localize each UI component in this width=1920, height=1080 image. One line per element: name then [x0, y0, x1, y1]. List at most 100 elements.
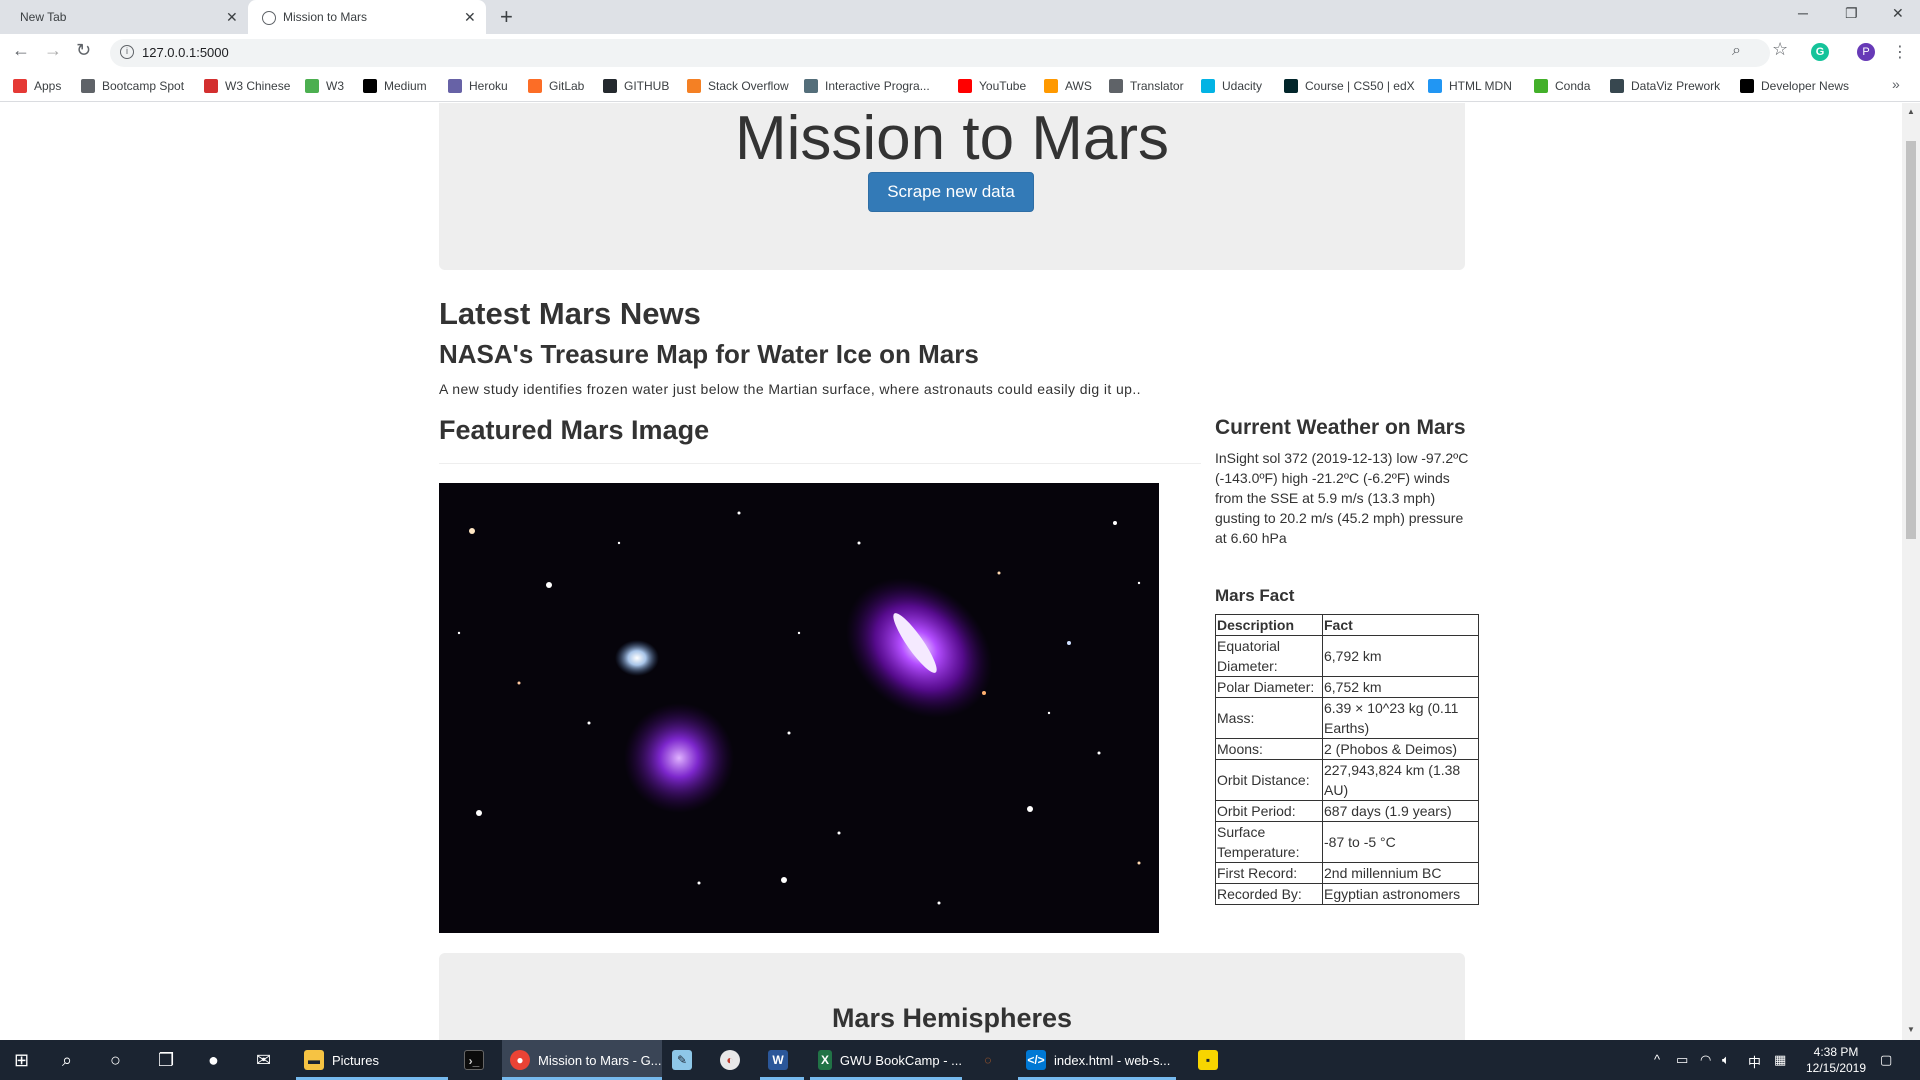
reload-icon[interactable]: ↻ — [76, 40, 91, 61]
chevron-up-icon[interactable]: ^ — [1654, 1052, 1660, 1067]
restore-icon[interactable]: ❐ — [1845, 5, 1858, 22]
bookmark-developer-news[interactable]: Developer News — [1740, 77, 1849, 95]
wifi-icon[interactable]: ◠ — [1700, 1052, 1711, 1068]
taskbar-app-chrome[interactable]: ● Mission to Mars - G... — [502, 1040, 662, 1080]
jumbotron: Mission to Mars Scrape new data — [439, 103, 1465, 270]
fact-description: Recorded By: — [1215, 883, 1323, 905]
bookmark-dataviz-prework[interactable]: DataViz Prework — [1610, 77, 1720, 95]
fact-description: Moons: — [1215, 738, 1323, 760]
new-tab-button[interactable]: + — [500, 4, 513, 30]
bookmark-aws[interactable]: AWS — [1044, 77, 1092, 95]
page-scrollbar[interactable]: ▲ ▼ — [1902, 103, 1920, 1040]
taskbar-app-excel[interactable]: X GWU BookCamp - ... — [810, 1040, 962, 1080]
taskbar-clock[interactable]: 4:38 PM 12/15/2019 — [1800, 1044, 1872, 1076]
github-icon — [603, 79, 617, 93]
chrome-icon: ● — [510, 1050, 530, 1070]
fact-value: 6,752 km — [1322, 676, 1479, 698]
minimize-icon[interactable]: ─ — [1798, 5, 1808, 21]
close-icon[interactable]: ✕ — [226, 9, 238, 26]
back-arrow-icon[interactable]: ← — [12, 40, 30, 61]
taskbar-app-vscode[interactable]: </> index.html - web-s... — [1018, 1040, 1176, 1080]
bookmark-youtube[interactable]: YouTube — [958, 77, 1026, 95]
grammarly-extension-icon[interactable]: G — [1811, 43, 1829, 61]
tab-mission-to-mars[interactable]: Mission to Mars ✕ — [248, 0, 486, 34]
bookmark-udacity[interactable]: Udacity — [1201, 77, 1262, 95]
keyboard-icon[interactable]: ▦ — [1774, 1052, 1786, 1068]
news-heading: Latest Mars News — [439, 296, 701, 331]
zoom-icon[interactable]: ⌕ — [1732, 42, 1741, 60]
bookmark-star-icon[interactable]: ☆ — [1772, 39, 1788, 60]
fact-value: 6.39 × 10^23 kg (0.11 Earths) — [1322, 697, 1479, 739]
bookmark-gitlab[interactable]: GitLab — [528, 77, 584, 95]
ime-indicator[interactable]: 中 — [1748, 1052, 1761, 1071]
tab-title: New Tab — [20, 10, 67, 24]
bookmark-label: DataViz Prework — [1631, 79, 1721, 93]
mars-facts-table: Description Fact Equatorial Diameter: 6,7… — [1215, 614, 1479, 905]
fact-description: Equatorial Diameter: — [1215, 635, 1323, 677]
bookmark-conda[interactable]: Conda — [1534, 77, 1590, 95]
bookmark-stack-overflow[interactable]: Stack Overflow — [687, 77, 789, 95]
scroll-up-icon[interactable]: ▲ — [1907, 107, 1915, 116]
chevron-more-icon[interactable]: » — [1892, 76, 1900, 92]
browser-menu-icon[interactable]: ⋮ — [1892, 42, 1908, 62]
bookmark-bootcamp-spot[interactable]: Bootcamp Spot — [81, 77, 184, 95]
windows-start-icon[interactable]: ⊞ — [14, 1050, 29, 1071]
bookmark-label: Apps — [34, 79, 62, 93]
bookmark-medium[interactable]: Medium — [363, 77, 427, 95]
medium-icon — [363, 79, 377, 93]
bookmark-interactive-programming[interactable]: Interactive Progra... — [804, 77, 930, 95]
taskbar-app-notepad[interactable]: ✎ — [664, 1040, 708, 1080]
taskbar-app-paint[interactable]: ◐ — [712, 1040, 756, 1080]
search-icon[interactable]: ⌕ — [62, 1050, 72, 1071]
taskbar-app-jupyter[interactable]: ◌ — [970, 1040, 1014, 1080]
battery-icon[interactable]: ▭ — [1676, 1052, 1688, 1068]
taskbar-app-pictures[interactable]: ▬ Pictures — [296, 1040, 448, 1080]
featured-image-heading: Featured Mars Image — [439, 415, 710, 445]
bookmark-label: Udacity — [1222, 79, 1263, 93]
cortana-icon[interactable]: ○ — [110, 1050, 121, 1071]
volume-icon[interactable]: 🔈︎ — [1722, 1052, 1730, 1068]
bookmark-heroku[interactable]: Heroku — [448, 77, 508, 95]
dataviz-icon — [1610, 79, 1624, 93]
bookmark-translator[interactable]: Translator — [1109, 77, 1184, 95]
table-row: Polar Diameter: 6,752 km — [1215, 676, 1479, 698]
url-text[interactable]: 127.0.0.1:5000 — [142, 45, 229, 60]
scrollbar-thumb[interactable] — [1906, 141, 1916, 539]
fact-description: Surface Temperature: — [1215, 821, 1323, 863]
table-row: Orbit Distance: 227,943,824 km (1.38 AU) — [1215, 759, 1479, 801]
taskbar-app-word[interactable]: W — [760, 1040, 804, 1080]
bookmark-apps[interactable]: Apps — [13, 77, 61, 95]
globe-icon — [81, 79, 95, 93]
address-bar[interactable]: i 127.0.0.1:5000 ⌕ — [110, 39, 1770, 67]
scrape-button[interactable]: Scrape new data — [868, 172, 1034, 212]
close-icon[interactable]: ✕ — [464, 9, 476, 26]
info-icon[interactable]: i — [120, 45, 134, 59]
notifications-icon[interactable]: ▢ — [1880, 1052, 1892, 1068]
taskbar-app-sticky-notes[interactable]: ▪ — [1190, 1040, 1234, 1080]
table-row: Surface Temperature: -87 to -5 °C — [1215, 821, 1479, 863]
bookmark-github[interactable]: GITHUB — [603, 77, 669, 95]
firefox-icon[interactable]: ● — [208, 1050, 219, 1071]
bookmark-label: Stack Overflow — [708, 79, 789, 93]
forward-arrow-icon[interactable]: → — [44, 40, 62, 61]
task-view-icon[interactable]: ❐ — [158, 1050, 174, 1071]
bookmark-w3-chinese[interactable]: W3 Chinese — [204, 77, 290, 95]
fact-value: Egyptian astronomers — [1322, 883, 1479, 905]
terminal-icon: ›_ — [464, 1050, 484, 1070]
scroll-down-icon[interactable]: ▼ — [1907, 1025, 1915, 1034]
word-icon: W — [768, 1050, 788, 1070]
bookmark-html-mdn[interactable]: HTML MDN — [1428, 77, 1512, 95]
bookmark-label: W3 — [326, 79, 344, 93]
taskbar-app-terminal[interactable]: ›_ — [456, 1040, 500, 1080]
tab-new-tab[interactable]: New Tab ✕ — [0, 0, 248, 34]
table-row: Moons: 2 (Phobos & Deimos) — [1215, 738, 1479, 760]
bookmark-w3[interactable]: W3 — [305, 77, 344, 95]
outlook-icon[interactable]: ✉ — [256, 1050, 271, 1071]
bookmark-cs50-edx[interactable]: Course | CS50 | edX — [1284, 77, 1415, 95]
hemispheres-section: Mars Hemispheres — [439, 953, 1465, 1040]
bookmark-label: W3 Chinese — [225, 79, 291, 93]
profile-avatar[interactable]: P — [1857, 43, 1875, 61]
window-close-icon[interactable]: ✕ — [1892, 5, 1904, 22]
browser-toolbar: ← → ↻ i 127.0.0.1:5000 ⌕ ☆ — [0, 34, 1920, 70]
column-header: Fact — [1322, 614, 1479, 636]
